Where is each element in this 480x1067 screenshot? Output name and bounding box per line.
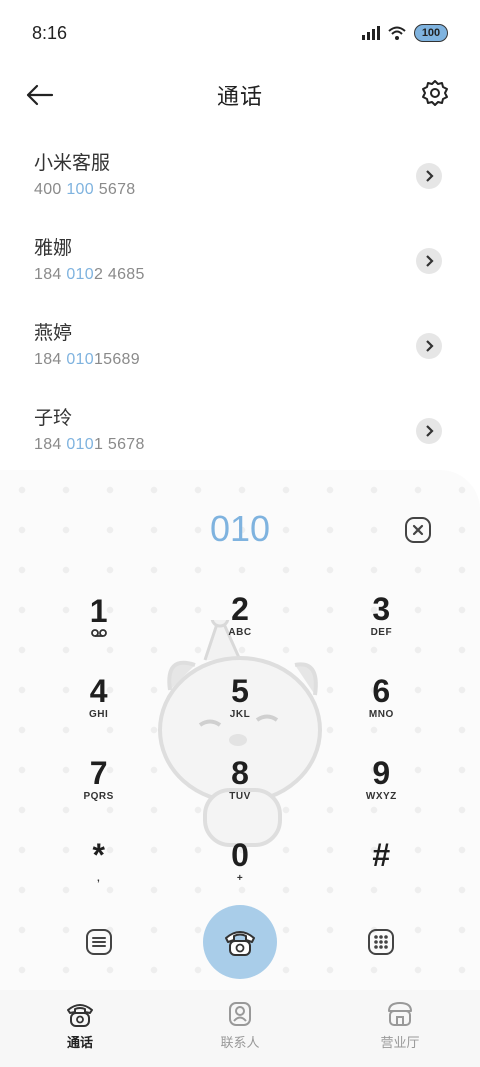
chevron-right-icon bbox=[426, 340, 434, 352]
tab-calls[interactable]: 通话 bbox=[20, 1000, 140, 1051]
phone-icon bbox=[225, 931, 255, 956]
contact-number: 400 100 5678 bbox=[34, 181, 136, 198]
key-letters: + bbox=[236, 873, 244, 884]
contact-detail-button[interactable] bbox=[416, 163, 442, 189]
contact-name: 小米客服 bbox=[34, 152, 111, 174]
page-title: 通话 bbox=[216, 85, 263, 110]
battery-indicator: 100 bbox=[414, 24, 448, 42]
key-8[interactable]: 8 TUV bbox=[169, 746, 310, 814]
key-0[interactable]: 0 + bbox=[169, 828, 310, 896]
contact-row[interactable]: 燕婷 184 01015689 bbox=[0, 302, 480, 387]
key-digit: 2 bbox=[231, 591, 249, 627]
key-letters: GHI bbox=[89, 709, 109, 720]
contacts-icon bbox=[229, 1002, 251, 1026]
key-hash[interactable]: # bbox=[311, 828, 452, 896]
contact-name: 燕婷 bbox=[34, 322, 73, 344]
key-letters: MNO bbox=[368, 709, 394, 720]
arrow-left-icon[interactable] bbox=[22, 78, 56, 112]
key-digit: 9 bbox=[372, 755, 391, 791]
key-letters: WXYZ bbox=[365, 791, 397, 802]
key-digit: 3 bbox=[372, 591, 391, 627]
dial-input-row: 010 bbox=[0, 503, 480, 555]
key-digit: # bbox=[372, 837, 391, 873]
chevron-right-icon bbox=[426, 425, 434, 437]
tab-contacts-label: 联系人 bbox=[220, 1036, 260, 1051]
dial-input[interactable]: 010 bbox=[210, 508, 270, 550]
wifi-icon bbox=[388, 26, 406, 40]
key-5[interactable]: 5 JKL bbox=[169, 664, 310, 732]
contact-row[interactable]: 雅娜 184 0102 4685 bbox=[0, 217, 480, 302]
key-letters: JKL bbox=[229, 709, 251, 720]
key-digit: 6 bbox=[372, 673, 391, 709]
contact-number: 184 0102 4685 bbox=[34, 266, 145, 283]
key-digit: 0 bbox=[231, 837, 249, 873]
key-digit: 1 bbox=[89, 593, 108, 629]
keypad: 1 2 ABC 3 DEF 4 GHI 5 JKL 6 MNO 7 PQRS 8… bbox=[28, 582, 452, 896]
backspace-icon[interactable] bbox=[404, 516, 432, 544]
key-2[interactable]: 2 ABC bbox=[169, 582, 310, 650]
voicemail-icon bbox=[90, 629, 107, 637]
contact-number: 184 0101 5678 bbox=[34, 436, 145, 453]
contact-name: 雅娜 bbox=[34, 237, 73, 259]
tab-calls-label: 通话 bbox=[66, 1036, 93, 1051]
contact-row[interactable]: 子玲 184 0101 5678 bbox=[0, 387, 480, 472]
key-9[interactable]: 9 WXYZ bbox=[311, 746, 452, 814]
key-digit: 7 bbox=[89, 755, 108, 791]
key-digit: 5 bbox=[231, 673, 249, 709]
dial-action-row bbox=[0, 905, 480, 979]
store-icon bbox=[388, 1002, 412, 1026]
chevron-right-icon bbox=[426, 255, 434, 267]
gear-icon[interactable] bbox=[420, 78, 450, 108]
signal-icon bbox=[362, 26, 380, 40]
status-icons: 100 bbox=[362, 24, 448, 42]
tab-contacts[interactable]: 联系人 bbox=[180, 1000, 300, 1051]
key-7[interactable]: 7 PQRS bbox=[28, 746, 169, 814]
key-letters: PQRS bbox=[83, 791, 114, 802]
key-digit: 8 bbox=[231, 755, 249, 791]
key-letters: DEF bbox=[370, 627, 393, 638]
contact-row[interactable]: 小米客服 400 100 5678 bbox=[0, 132, 480, 217]
key-letters: , bbox=[97, 873, 101, 884]
contact-list: 小米客服 400 100 5678 雅娜 184 0102 4685 燕婷 18… bbox=[0, 132, 480, 472]
contact-detail-button[interactable] bbox=[416, 248, 442, 274]
contact-name: 子玲 bbox=[34, 407, 73, 429]
status-bar: 8:16 100 bbox=[0, 0, 480, 66]
key-digit: * bbox=[92, 837, 105, 873]
tab-service-hall[interactable]: 营业厅 bbox=[340, 1000, 460, 1051]
chevron-right-icon bbox=[426, 170, 434, 182]
phone-tab-icon bbox=[67, 1004, 93, 1027]
key-6[interactable]: 6 MNO bbox=[311, 664, 452, 732]
key-star[interactable]: * , bbox=[28, 828, 169, 896]
call-button[interactable] bbox=[203, 905, 277, 979]
contact-number: 184 01015689 bbox=[34, 351, 140, 368]
tab-service-hall-label: 营业厅 bbox=[380, 1036, 420, 1051]
key-1[interactable]: 1 bbox=[28, 582, 169, 650]
key-3[interactable]: 3 DEF bbox=[311, 582, 452, 650]
dialpad-icon[interactable] bbox=[366, 927, 396, 957]
key-letters: ABC bbox=[228, 627, 252, 638]
contact-detail-button[interactable] bbox=[416, 418, 442, 444]
key-digit: 4 bbox=[89, 673, 108, 709]
bottom-nav: 通话 联系人 营业厅 bbox=[0, 990, 480, 1067]
status-time: 8:16 bbox=[32, 22, 68, 43]
key-letters: TUV bbox=[229, 791, 251, 802]
header: 通话 bbox=[0, 66, 480, 124]
list-icon[interactable] bbox=[84, 927, 114, 957]
contact-detail-button[interactable] bbox=[416, 333, 442, 359]
key-4[interactable]: 4 GHI bbox=[28, 664, 169, 732]
